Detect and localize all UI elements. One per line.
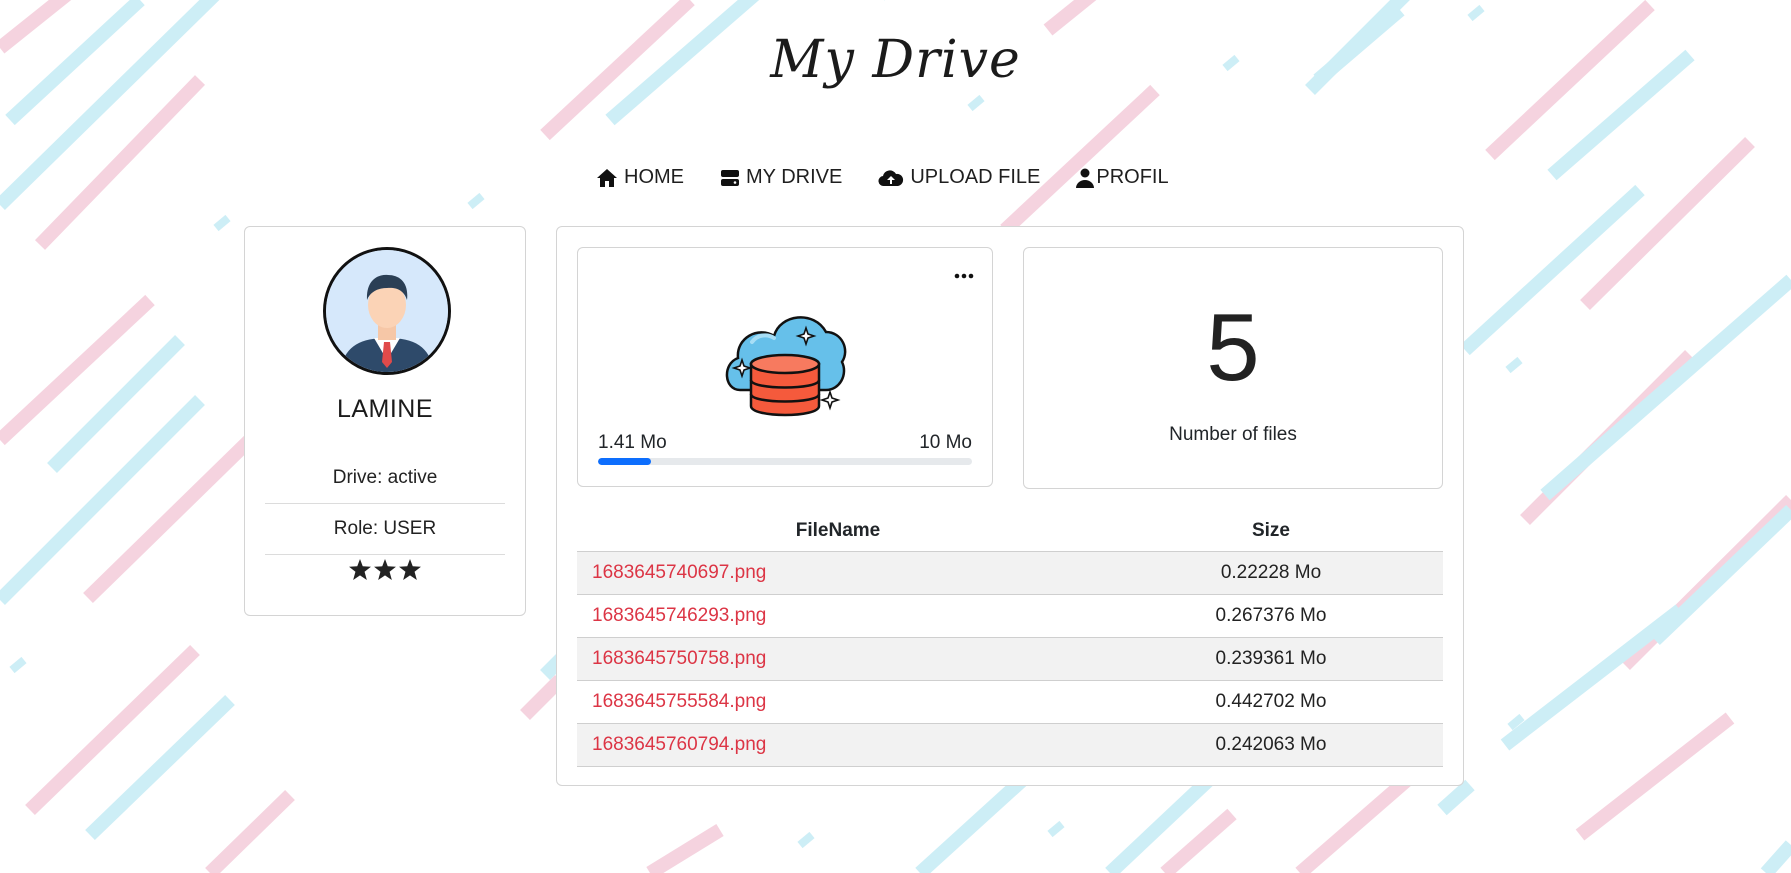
background-stripe (646, 824, 724, 873)
background-stripe (797, 831, 815, 849)
storage-progress-bar (598, 458, 972, 465)
file-size: 0.442702 Mo (1099, 680, 1443, 724)
background-stripe (25, 644, 200, 816)
cloud-database-icon (722, 302, 848, 423)
table-row: 1683645750758.png 0.239361 Mo (577, 637, 1443, 681)
cloud-upload-icon (878, 168, 904, 188)
star-icon (374, 559, 396, 585)
rating-stars (245, 559, 525, 585)
home-icon (596, 168, 618, 188)
storage-total: 10 Mo (919, 432, 972, 453)
storage-used: 1.41 Mo (598, 432, 667, 453)
nav-home[interactable]: HOME (596, 166, 684, 189)
nav-profil-label: PROFIL (1096, 166, 1169, 188)
table-row: 1683645740697.png 0.22228 Mo (577, 551, 1443, 595)
nav-profil[interactable]: PROFIL (1076, 166, 1169, 189)
background-stripe (520, 675, 565, 720)
background-stripe (0, 395, 205, 605)
background-stripe (1043, 0, 1097, 36)
background-stripe (1160, 808, 1237, 873)
background-stripe (1047, 820, 1065, 838)
background-stripe (1500, 604, 1685, 751)
background-stripe (0, 294, 155, 446)
file-size: 0.242063 Mo (1099, 723, 1443, 767)
drive-panel: 1.41 Mo 10 Mo 5 Number of files FileName… (556, 226, 1464, 786)
background-stripe (205, 789, 295, 873)
nav-my-drive-label: MY DRIVE (746, 166, 843, 188)
table-header-row: FileName Size (577, 511, 1443, 552)
main-nav: HOME MY DRIVE UPLOAD FILE PROFIL (596, 166, 1169, 189)
file-count-label: Number of files (1169, 424, 1297, 445)
drive-icon (720, 169, 740, 187)
storage-progress-fill (598, 458, 651, 465)
page-title: My Drive (770, 30, 1021, 90)
background-stripe (1575, 712, 1735, 841)
background-stripe (9, 656, 27, 674)
file-name-link[interactable]: 1683645746293.png (577, 594, 1099, 638)
file-size: 0.239361 Mo (1099, 637, 1443, 681)
nav-upload-file-label: UPLOAD FILE (910, 166, 1041, 188)
background-stripe (467, 192, 485, 210)
storage-card: 1.41 Mo 10 Mo (577, 247, 993, 487)
star-icon (399, 559, 421, 585)
background-stripe (967, 94, 985, 112)
nav-upload-file[interactable]: UPLOAD FILE (878, 166, 1040, 189)
files-table: FileName Size 1683645740697.png 0.22228 … (577, 511, 1443, 767)
file-name-link[interactable]: 1683645740697.png (577, 551, 1099, 595)
businessman-avatar-icon (323, 247, 451, 375)
user-icon (1076, 168, 1095, 188)
background-stripe (1760, 840, 1791, 873)
file-count-value: 5 (1206, 294, 1260, 401)
background-stripe (83, 424, 265, 604)
column-header-size: Size (1099, 511, 1443, 552)
background-stripe (34, 75, 206, 250)
table-row: 1683645746293.png 0.267376 Mo (577, 594, 1443, 638)
star-icon (349, 559, 371, 585)
background-stripe (213, 214, 231, 232)
file-size: 0.267376 Mo (1099, 594, 1443, 638)
file-name-link[interactable]: 1683645750758.png (577, 637, 1099, 681)
profile-name: LAMINE (336, 395, 434, 423)
file-name-link[interactable]: 1683645755584.png (577, 680, 1099, 724)
file-name-link[interactable]: 1683645760794.png (577, 723, 1099, 767)
background-stripe (85, 694, 235, 841)
nav-my-drive[interactable]: MY DRIVE (720, 166, 842, 189)
drive-status: Drive: active (265, 453, 505, 504)
background-stripe (1467, 4, 1485, 22)
file-size: 0.22228 Mo (1099, 551, 1443, 595)
more-options-icon[interactable] (954, 266, 974, 284)
background-stripe (1437, 779, 1475, 816)
table-row: 1683645755584.png 0.442702 Mo (577, 680, 1443, 724)
file-count-card: 5 Number of files (1023, 247, 1443, 489)
background-stripe (1000, 84, 1160, 236)
column-header-filename: FileName (577, 511, 1099, 552)
role-label: Role: USER (265, 504, 505, 555)
profile-card: LAMINE Drive: active Role: USER (244, 226, 526, 616)
nav-home-label: HOME (624, 166, 684, 188)
background-stripe (1505, 356, 1523, 374)
table-row: 1683645760794.png 0.242063 Mo (577, 723, 1443, 767)
background-stripe (1540, 274, 1791, 501)
